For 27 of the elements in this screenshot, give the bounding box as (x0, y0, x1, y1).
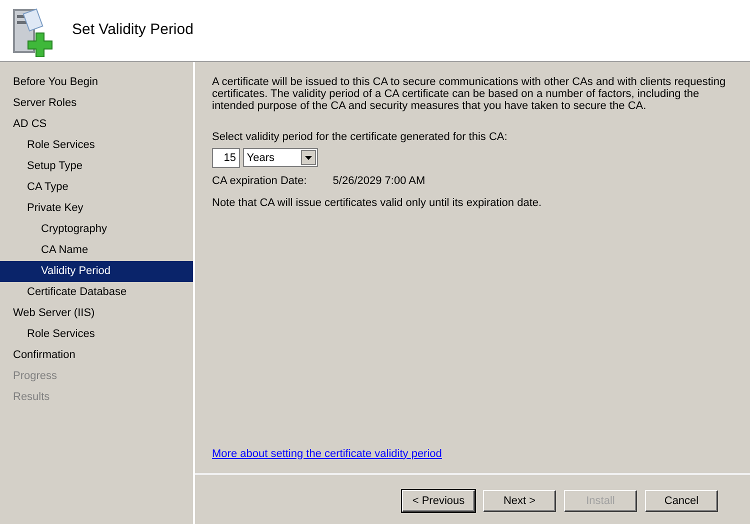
nav-item[interactable]: Before You Begin (0, 72, 193, 93)
nav-item[interactable]: CA Name (0, 240, 193, 261)
nav-item[interactable]: Certificate Database (0, 282, 193, 303)
nav-item[interactable]: AD CS (0, 114, 193, 135)
window-title: Set Validity Period (72, 20, 194, 40)
nav-item[interactable]: Validity Period (0, 261, 193, 282)
wizard-button[interactable]: < Previous (402, 490, 475, 512)
nav-item[interactable]: Role Services (0, 135, 193, 156)
period-field[interactable]: 15 (212, 148, 240, 168)
nav-item[interactable]: Setup Type (0, 156, 193, 177)
period-label: Select validity period for the certificate generated for this CA: (212, 130, 508, 144)
caret-icon (304, 156, 312, 160)
note-text: Note that CA will issue certificates valid only until its expiration date. (212, 196, 543, 212)
expiration-label: CA expiration Date: (212, 174, 307, 190)
expiration-date: 5/26/2029 7:00 AM (332, 174, 426, 190)
nav-item[interactable]: Role Services (0, 324, 193, 345)
wizard-button[interactable]: Next > (483, 490, 556, 512)
nav-item[interactable]: Confirmation (0, 345, 193, 366)
wizard-button[interactable]: Cancel (645, 490, 718, 512)
unit-dropdown[interactable]: Years (242, 148, 318, 168)
nav-item[interactable]: CA Type (0, 177, 193, 198)
nav-item[interactable]: Cryptography (0, 219, 193, 240)
nav-item[interactable]: Private Key (0, 198, 193, 219)
nav-item[interactable]: Web Server (IIS) (0, 303, 193, 324)
intro-text: A certificate will be issued to this CA to secure communications with other CAs and with clients requesting certificates. The validity period of a CA certificate can be based on a number of factors, including the intended purpose of the CA and security measures that you have taken to secure the CA. (212, 76, 727, 112)
nav-item[interactable]: Server Roles (0, 93, 193, 114)
help-link[interactable]: More about setting the certificate validity period (212, 448, 442, 460)
